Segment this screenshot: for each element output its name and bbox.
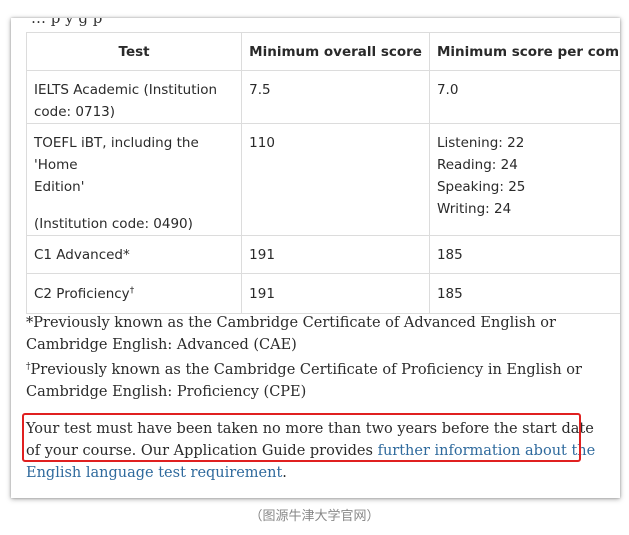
cell-test: TOEFL iBT, including the 'Home Edition' … — [25, 123, 243, 236]
paragraph-end: . — [282, 465, 287, 481]
table-row: C2 Proficiency† 191 185 — [25, 273, 620, 314]
footnote-cpe: †Previously known as the Cambridge Certi… — [26, 359, 601, 403]
screenshot-card: … p y g p Test Minimum overall score Min… — [11, 18, 620, 498]
component-speaking: Speaking: 25 — [436, 179, 526, 195]
table-header-row: Test Minimum overall score Minimum score… — [25, 32, 620, 71]
component-score: 7.0 — [436, 82, 459, 98]
test-name: C2 Proficiency — [34, 286, 130, 302]
dagger-mark: † — [26, 362, 31, 372]
component-writing: Writing: 24 — [436, 201, 512, 217]
table-row: IELTS Academic (Institution code: 0713) … — [25, 70, 620, 124]
test-name: TOEFL iBT, including the 'Home — [34, 135, 199, 173]
header-component: Minimum score per compo — [428, 32, 620, 71]
cell-overall: 191 — [241, 273, 430, 314]
clipped-heading: … p y g p — [31, 18, 103, 27]
cell-overall: 7.5 — [241, 70, 430, 124]
cell-overall: 110 — [241, 123, 430, 236]
institution-code: (Institution code: 0490) — [34, 216, 193, 232]
cell-test: C2 Proficiency† — [25, 273, 243, 314]
header-overall: Minimum overall score — [241, 32, 430, 71]
dagger-mark: † — [129, 286, 135, 296]
footnote-cpe-text: Previously known as the Cambridge Certif… — [26, 362, 582, 400]
component-score: 185 — [436, 286, 463, 302]
component-listening: Listening: 22 — [436, 135, 525, 151]
cell-test: IELTS Academic (Institution code: 0713) — [25, 70, 243, 124]
component-reading: Reading: 24 — [436, 157, 518, 173]
component-score: 185 — [436, 247, 463, 263]
cell-component: Listening: 22 Reading: 24 Speaking: 25 W… — [428, 123, 620, 236]
test-name: C1 Advanced* — [34, 247, 130, 263]
english-test-table: Test Minimum overall score Minimum score… — [25, 32, 620, 314]
cell-component: 7.0 — [428, 70, 620, 124]
cell-test: C1 Advanced* — [25, 235, 243, 274]
test-name: IELTS Academic (Institution code: 0713) — [34, 82, 218, 120]
header-test: Test — [25, 32, 243, 71]
test-name-cont: Edition' — [34, 179, 85, 195]
validity-paragraph: Your test must have been taken no more t… — [26, 418, 601, 484]
footnote-cae: *Previously known as the Cambridge Certi… — [26, 315, 556, 353]
cell-overall: 191 — [241, 235, 430, 274]
source-caption: （图源牛津大学官网） — [249, 509, 380, 524]
cell-component: 185 — [428, 235, 620, 274]
cell-component: 185 — [428, 273, 620, 314]
table-row: TOEFL iBT, including the 'Home Edition' … — [25, 123, 620, 236]
table-row: C1 Advanced* 191 185 — [25, 235, 620, 274]
